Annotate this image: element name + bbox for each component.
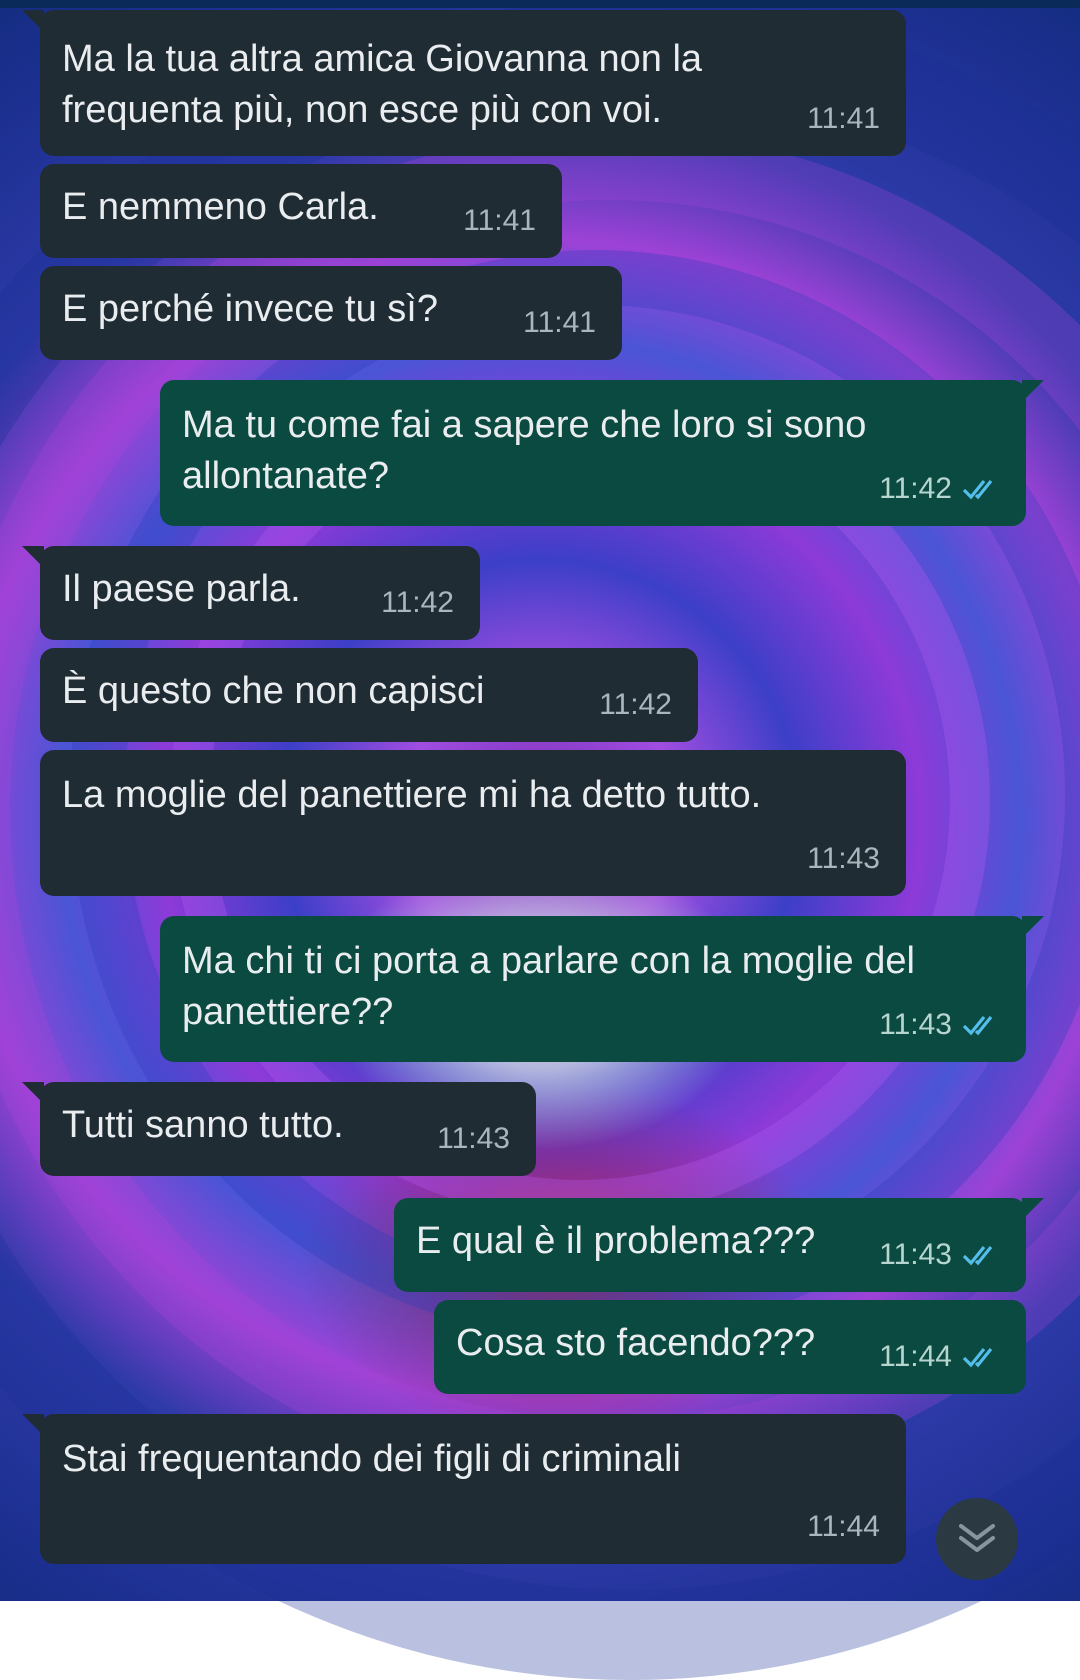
message-time: 11:43: [807, 842, 880, 875]
message-incoming[interactable]: Stai frequentando dei figli di criminali…: [22, 1414, 906, 1564]
message-meta: 11:41: [523, 297, 596, 348]
read-ticks-icon: [962, 1347, 993, 1367]
message-incoming[interactable]: La moglie del panettiere mi ha detto tut…: [40, 750, 906, 896]
message-outgoing[interactable]: Cosa sto facendo??? 11:44: [434, 1300, 1026, 1394]
message-meta: 11:42: [879, 463, 1004, 514]
message-meta: 11:42: [599, 679, 672, 730]
chevron-double-down-icon: [959, 1524, 995, 1552]
message-time: 11:43: [879, 1238, 952, 1271]
message-incoming[interactable]: È questo che non capisci 11:42: [40, 648, 698, 742]
message-meta: 11:43: [879, 999, 1004, 1050]
message-meta: 11:44: [879, 1331, 1004, 1382]
message-incoming[interactable]: E nemmeno Carla. 11:41: [40, 164, 562, 258]
message-text: Stai frequentando dei figli di criminali: [62, 1438, 681, 1480]
message-time: 11:42: [381, 586, 454, 619]
message-text: La moglie del panettiere mi ha detto tut…: [62, 774, 762, 816]
bubble-tail: [22, 1414, 44, 1436]
message-text: Cosa sto facendo???: [456, 1322, 816, 1364]
read-ticks-icon: [962, 1245, 993, 1265]
message-text: E qual è il problema???: [416, 1220, 816, 1262]
message-meta: 11:41: [807, 93, 880, 144]
bubble-tail: [1022, 916, 1044, 938]
message-text: Ma la tua altra amica Giovanna non la fr…: [62, 38, 703, 131]
bubble-tail: [22, 1082, 44, 1104]
message-time: 11:41: [807, 102, 880, 135]
bubble-tail: [22, 546, 44, 568]
message-time: 11:43: [437, 1122, 510, 1155]
message-text: Il paese parla.: [62, 568, 301, 610]
bubble-tail: [22, 10, 44, 32]
message-text: Tutti sanno tutto.: [62, 1104, 344, 1146]
message-meta: 11:43: [807, 833, 880, 884]
message-text: Ma chi ti ci porta a parlare con la mogl…: [182, 940, 915, 1033]
message-incoming[interactable]: Ma la tua altra amica Giovanna non la fr…: [22, 10, 906, 156]
message-incoming[interactable]: Il paese parla. 11:42: [22, 546, 480, 640]
message-meta: 11:43: [879, 1229, 1004, 1280]
bubble-tail: [1022, 380, 1044, 402]
message-time: 11:41: [463, 204, 536, 237]
message-meta: 11:44: [807, 1501, 880, 1552]
read-ticks-icon: [962, 479, 993, 499]
message-time: 11:44: [807, 1510, 880, 1543]
message-meta: 11:42: [381, 577, 454, 628]
message-text: E nemmeno Carla.: [62, 186, 379, 228]
message-time: 11:43: [879, 1008, 952, 1041]
message-meta: 11:41: [463, 195, 536, 246]
bubble-tail: [1022, 1198, 1044, 1220]
scroll-to-bottom-button[interactable]: [936, 1498, 1018, 1580]
message-outgoing[interactable]: Ma chi ti ci porta a parlare con la mogl…: [160, 916, 1044, 1062]
message-meta: 11:43: [437, 1113, 510, 1164]
read-ticks-icon: [962, 1015, 993, 1035]
message-time: 11:42: [599, 688, 672, 721]
message-outgoing[interactable]: E qual è il problema??? 11:43: [394, 1198, 1044, 1292]
message-time: 11:41: [523, 306, 596, 339]
message-text: Ma tu come fai a sapere che loro si sono…: [182, 404, 867, 497]
message-incoming[interactable]: E perché invece tu sì? 11:41: [40, 266, 622, 360]
message-text: È questo che non capisci: [62, 670, 485, 712]
message-text: E perché invece tu sì?: [62, 288, 438, 330]
message-time: 11:44: [879, 1340, 952, 1373]
message-outgoing[interactable]: Ma tu come fai a sapere che loro si sono…: [160, 380, 1044, 526]
message-time: 11:42: [879, 472, 952, 505]
message-incoming[interactable]: Tutti sanno tutto. 11:43: [22, 1082, 536, 1176]
